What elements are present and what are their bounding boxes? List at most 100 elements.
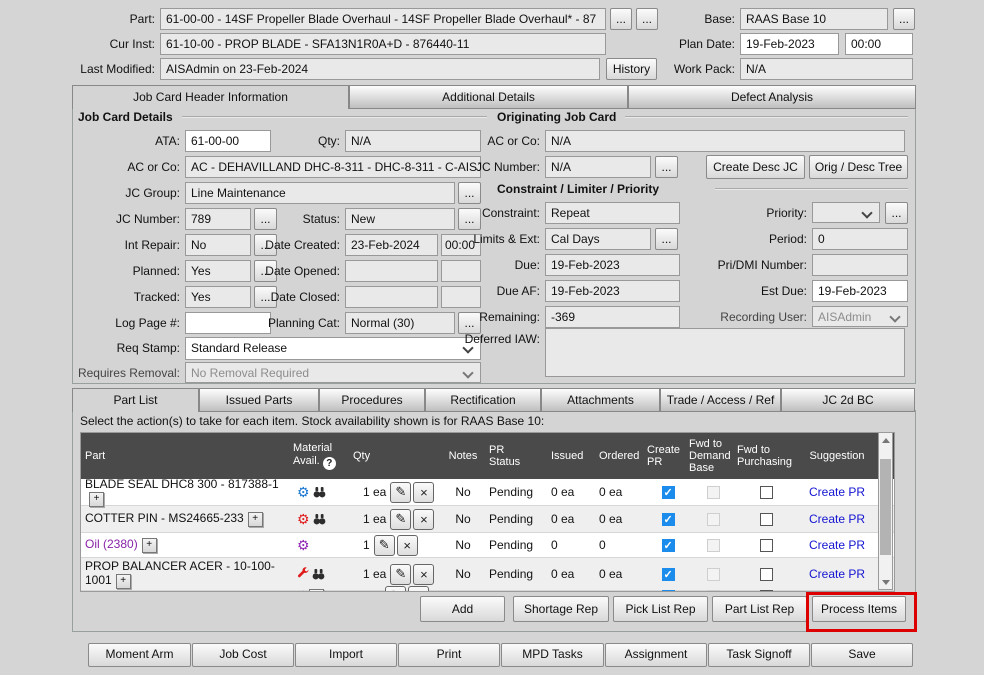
gear-icon: ⚙ bbox=[297, 589, 310, 592]
orig-jc-browse-button[interactable]: ... bbox=[655, 156, 678, 178]
orig-desc-tree-button[interactable]: Orig / Desc Tree bbox=[809, 155, 908, 179]
part-browse-button[interactable]: ... bbox=[610, 8, 632, 30]
part-name[interactable]: Oil (2380) bbox=[85, 537, 138, 551]
create-pr-link[interactable]: Create PR bbox=[809, 485, 865, 499]
create-pr-checkbox[interactable] bbox=[662, 486, 675, 499]
remove-icon[interactable]: × bbox=[413, 509, 434, 530]
fwd-demand-checkbox bbox=[707, 486, 720, 499]
edit-qty-icon[interactable]: ✎ bbox=[374, 535, 395, 556]
fwd-purchasing-checkbox[interactable] bbox=[760, 568, 773, 581]
log-page-label: Log Page #: bbox=[60, 312, 180, 334]
tab-part-list[interactable]: Part List bbox=[72, 388, 199, 412]
base-browse-button[interactable]: ... bbox=[893, 8, 915, 30]
jc-group-label: JC Group: bbox=[60, 182, 180, 204]
constraint-section-title: Constraint / Limiter / Priority bbox=[497, 182, 659, 196]
jc-group-field[interactable]: Line Maintenance bbox=[185, 182, 455, 204]
job-card-details-title: Job Card Details bbox=[78, 110, 173, 124]
col-material-avail: Material Avail. ? bbox=[293, 442, 343, 470]
fwd-purchasing-checkbox[interactable] bbox=[760, 539, 773, 552]
create-pr-link[interactable]: Create PR bbox=[809, 512, 865, 526]
fwd-purchasing-checkbox[interactable] bbox=[760, 513, 773, 526]
limits-ext-browse-button[interactable]: ... bbox=[655, 228, 678, 250]
scrollbar-up-icon[interactable] bbox=[879, 433, 892, 447]
pick-list-rep-button[interactable]: Pick List Rep bbox=[613, 596, 708, 622]
expand-icon[interactable]: + bbox=[248, 512, 263, 527]
create-pr-checkbox[interactable] bbox=[662, 539, 675, 552]
est-due-input[interactable]: 19-Feb-2023 bbox=[812, 280, 908, 302]
edit-qty-icon[interactable]: ✎ bbox=[390, 509, 411, 530]
create-pr-checkbox[interactable] bbox=[662, 513, 675, 526]
scrollbar-thumb[interactable] bbox=[880, 459, 891, 555]
period-field: 0 bbox=[812, 228, 908, 250]
edit-qty-icon[interactable]: ✎ bbox=[385, 586, 406, 593]
part-field[interactable]: 61-00-00 - 14SF Propeller Blade Overhaul… bbox=[160, 8, 606, 30]
tab-procedures[interactable]: Procedures bbox=[319, 388, 425, 412]
remove-icon[interactable]: × bbox=[397, 535, 418, 556]
orig-jc-number-field[interactable]: N/A bbox=[545, 156, 651, 178]
import-button[interactable]: Import bbox=[295, 643, 397, 667]
create-desc-jc-button[interactable]: Create Desc JC bbox=[706, 155, 805, 179]
tab-jc-2d-bc[interactable]: JC 2d BC bbox=[781, 388, 915, 412]
limits-ext-field[interactable]: Cal Days bbox=[545, 228, 651, 250]
fwd-purchasing-checkbox[interactable] bbox=[760, 486, 773, 499]
fwd-demand-checkbox bbox=[707, 539, 720, 552]
expand-icon[interactable]: + bbox=[142, 538, 157, 553]
deferred-iaw-textarea bbox=[545, 328, 905, 377]
moment-arm-button[interactable]: Moment Arm bbox=[88, 643, 191, 667]
base-field[interactable]: RAAS Base 10 bbox=[740, 8, 888, 30]
plan-date-field[interactable]: 19-Feb-2023 bbox=[740, 33, 839, 55]
tab-job-card-header-information[interactable]: Job Card Header Information bbox=[72, 85, 349, 109]
help-icon[interactable]: ? bbox=[323, 457, 336, 470]
tab-issued-parts[interactable]: Issued Parts bbox=[199, 388, 319, 412]
remove-icon[interactable]: × bbox=[413, 564, 434, 585]
jc-group-browse-button[interactable]: ... bbox=[458, 182, 481, 204]
job-cost-button[interactable]: Job Cost bbox=[192, 643, 294, 667]
issued-value: 0 ea bbox=[547, 485, 595, 499]
plan-time-field[interactable]: 00:00 bbox=[845, 33, 913, 55]
edit-qty-icon[interactable]: ✎ bbox=[390, 564, 411, 585]
fwd-purchasing-checkbox[interactable] bbox=[760, 590, 773, 592]
req-stamp-label: Req Stamp: bbox=[60, 337, 180, 359]
create-pr-checkbox[interactable] bbox=[662, 590, 675, 592]
expand-icon[interactable]: + bbox=[89, 492, 104, 507]
remove-icon[interactable]: × bbox=[413, 482, 434, 503]
shortage-rep-button[interactable]: Shortage Rep bbox=[513, 596, 609, 622]
part-list-rep-button[interactable]: Part List Rep bbox=[712, 596, 807, 622]
remove-icon[interactable]: × bbox=[408, 586, 429, 593]
tab-rectification[interactable]: Rectification bbox=[425, 388, 541, 412]
save-button[interactable]: Save bbox=[811, 643, 913, 667]
plan-date-label: Plan Date: bbox=[640, 33, 735, 55]
col-fwd-purchasing: Fwd to Purchasing bbox=[737, 444, 795, 468]
add-button[interactable]: Add bbox=[420, 596, 505, 622]
tab-additional-details[interactable]: Additional Details bbox=[349, 85, 628, 109]
tab-defect-analysis[interactable]: Defect Analysis bbox=[628, 85, 916, 109]
assignment-button[interactable]: Assignment bbox=[605, 643, 707, 667]
edit-qty-icon[interactable]: ✎ bbox=[390, 482, 411, 503]
divider bbox=[625, 116, 908, 118]
part-list-table-header: Part Material Avail. ? Qty Notes PR Stat… bbox=[81, 433, 894, 479]
fwd-demand-checkbox bbox=[707, 513, 720, 526]
create-pr-link[interactable]: Create PR bbox=[809, 567, 865, 581]
mpd-tasks-button[interactable]: MPD Tasks bbox=[501, 643, 604, 667]
pr-status-value: Pending bbox=[487, 538, 547, 552]
ordered-value: 0 bbox=[595, 538, 647, 552]
table-scrollbar[interactable] bbox=[878, 432, 893, 590]
create-pr-checkbox[interactable] bbox=[662, 568, 675, 581]
task-signoff-button[interactable]: Task Signoff bbox=[708, 643, 810, 667]
scrollbar-down-icon[interactable] bbox=[879, 575, 892, 589]
create-pr-link[interactable]: Create PR bbox=[809, 538, 865, 552]
process-items-button[interactable]: Process Items bbox=[812, 596, 906, 622]
jc-number-label: JC Number: bbox=[60, 208, 180, 230]
priority-browse-button[interactable]: ... bbox=[885, 202, 908, 224]
chevron-down-icon bbox=[462, 367, 473, 378]
tab-attachments[interactable]: Attachments bbox=[541, 388, 660, 412]
requires-removal-label: Requires Removal: bbox=[40, 362, 180, 384]
pri-dmi-label: Pri/DMI Number: bbox=[690, 254, 807, 276]
requires-removal-select: No Removal Required bbox=[185, 362, 481, 383]
cur-inst-field[interactable]: 61-10-00 - PROP BLADE - SFA13N1R0A+D - 8… bbox=[160, 33, 606, 55]
tab-trade-access-ref[interactable]: Trade / Access / Ref bbox=[660, 388, 781, 412]
col-part: Part bbox=[81, 450, 293, 462]
print-button[interactable]: Print bbox=[398, 643, 500, 667]
priority-select[interactable] bbox=[812, 202, 880, 223]
expand-icon[interactable]: + bbox=[116, 574, 131, 589]
